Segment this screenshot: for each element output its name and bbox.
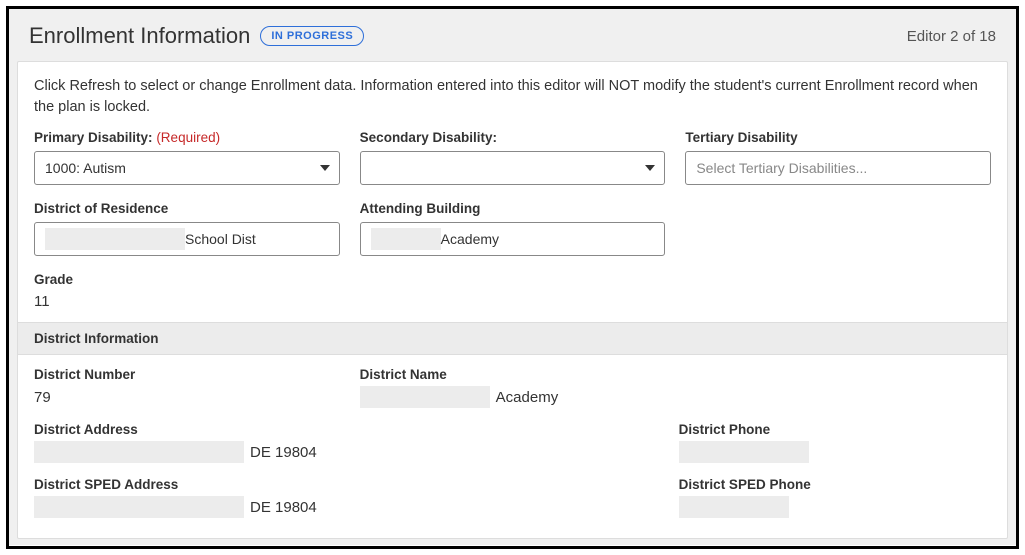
district-address-label: District Address [34, 422, 659, 437]
redacted-block [371, 228, 441, 250]
district-phone-value [679, 441, 991, 463]
district-number-value: 79 [34, 386, 340, 408]
redacted-block [45, 228, 185, 250]
status-badge: IN PROGRESS [260, 26, 364, 46]
district-name-value: Academy [360, 386, 666, 408]
page-title: Enrollment Information [29, 23, 250, 49]
district-name-label: District Name [360, 367, 666, 382]
primary-disability-label: Primary Disability: (Required) [34, 130, 340, 145]
grade-label: Grade [34, 272, 991, 287]
required-marker: (Required) [156, 130, 220, 145]
tertiary-disability-label: Tertiary Disability [685, 130, 991, 145]
district-sped-phone-label: District SPED Phone [679, 477, 991, 492]
district-number-label: District Number [34, 367, 340, 382]
editor-counter: Editor 2 of 18 [907, 28, 996, 45]
district-sped-address-label: District SPED Address [34, 477, 659, 492]
grade-value: 11 [34, 293, 991, 310]
page-header: Enrollment Information IN PROGRESS Edito… [17, 15, 1008, 61]
district-address-value: DE 19804 [34, 441, 659, 463]
district-phone-label: District Phone [679, 422, 991, 437]
district-of-residence-label: District of Residence [34, 201, 340, 216]
redacted-block [360, 386, 490, 408]
redacted-block [679, 496, 789, 518]
secondary-disability-select[interactable] [360, 151, 666, 185]
secondary-disability-label: Secondary Disability: [360, 130, 666, 145]
district-info-section-header: District Information [18, 322, 1007, 355]
district-of-residence-input[interactable]: School Dist [34, 222, 340, 256]
attending-building-label: Attending Building [360, 201, 666, 216]
district-sped-address-value: DE 19804 [34, 496, 659, 518]
form-card: Click Refresh to select or change Enroll… [17, 61, 1008, 539]
help-text: Click Refresh to select or change Enroll… [18, 62, 1007, 130]
redacted-block [34, 496, 244, 518]
district-sped-phone-value [679, 496, 991, 518]
redacted-block [34, 441, 244, 463]
tertiary-disability-select[interactable]: Select Tertiary Disabilities... [685, 151, 991, 185]
attending-building-input[interactable]: Academy [360, 222, 666, 256]
redacted-block [679, 441, 809, 463]
primary-disability-select[interactable]: 1000: Autism [34, 151, 340, 185]
